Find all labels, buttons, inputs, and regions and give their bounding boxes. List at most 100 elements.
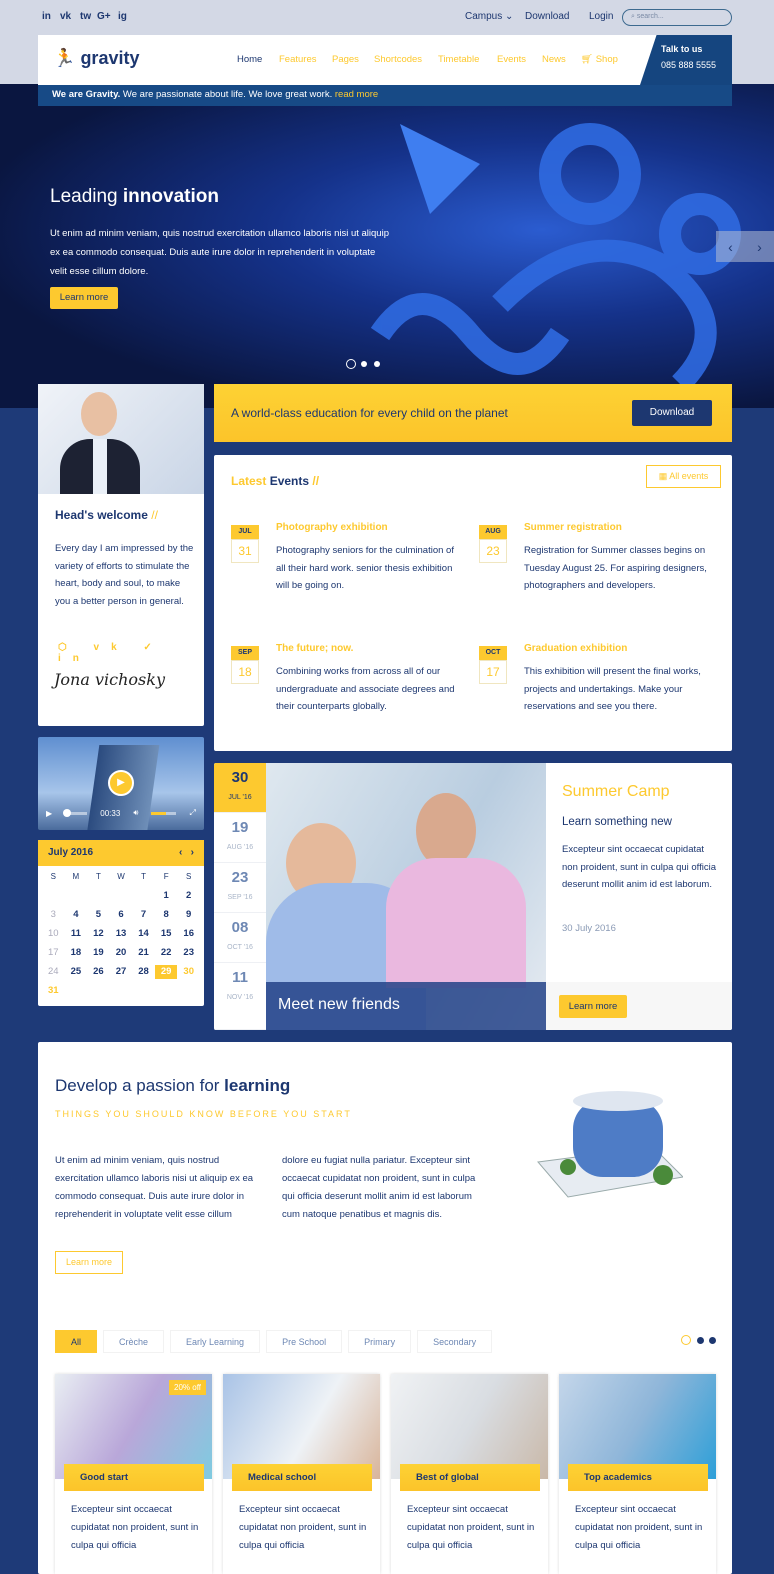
filter-tab[interactable]: Crèche	[103, 1330, 165, 1353]
fullscreen-icon[interactable]: ⤢	[190, 808, 196, 818]
calendar-day[interactable]: 1	[155, 889, 178, 903]
event-title[interactable]: The future; now.	[276, 643, 353, 654]
calendar-day[interactable]: 16	[177, 927, 200, 941]
calendar-day[interactable]: 24	[42, 965, 65, 979]
calendar-day[interactable]: 7	[132, 908, 155, 922]
google-plus-icon[interactable]: G+	[97, 11, 111, 22]
nav-shortcodes[interactable]: Shortcodes	[374, 54, 422, 65]
progress-slider[interactable]	[63, 808, 88, 817]
calendar-day[interactable]: 2	[177, 889, 200, 903]
all-events-button[interactable]: ▦ All events	[646, 465, 721, 488]
slider-dot[interactable]	[361, 361, 367, 367]
calendar-empty	[132, 889, 155, 903]
nav-home[interactable]: Home	[237, 54, 262, 65]
nav-timetable[interactable]: Timetable	[438, 54, 479, 65]
volume-slider[interactable]	[151, 811, 177, 815]
date-tab[interactable]: 19 AUG '16	[214, 813, 266, 863]
search-input[interactable]: ⌕ search...	[622, 9, 732, 26]
play-icon[interactable]: ▶	[108, 770, 134, 796]
volume-icon[interactable]: 🔊︎	[133, 808, 138, 818]
hero-learn-more-button[interactable]: Learn more	[50, 287, 118, 309]
calendar-day[interactable]: 15	[155, 927, 178, 941]
next-arrow-icon[interactable]: ›	[757, 239, 762, 255]
download-button[interactable]: Download	[632, 400, 712, 426]
date-tab[interactable]: 23 SEP '16	[214, 863, 266, 913]
calendar-day[interactable]: 3	[42, 908, 65, 922]
banner-text: A world-class education for every child …	[231, 406, 508, 420]
nav-news[interactable]: News	[542, 54, 566, 65]
date-tab[interactable]: 30 JUL '16	[214, 763, 266, 813]
event-title[interactable]: Photography exhibition	[276, 522, 388, 533]
prev-arrow-icon[interactable]: ‹	[728, 239, 733, 255]
head-social-icons[interactable]: ⬡ vk ✓ in	[58, 642, 204, 664]
linkedin-icon[interactable]: in	[42, 11, 51, 22]
calendar-day[interactable]: 19	[87, 946, 110, 960]
slider-dot[interactable]	[374, 361, 380, 367]
filter-tab[interactable]: Secondary	[417, 1330, 493, 1353]
login-link[interactable]: Login	[589, 11, 613, 22]
calendar-day[interactable]: 22	[155, 946, 178, 960]
calendar-day[interactable]: 28	[132, 965, 155, 979]
calendar-day-selected[interactable]: 29	[154, 965, 178, 979]
filter-tab[interactable]: All	[55, 1330, 98, 1353]
program-label[interactable]: Top academics	[568, 1464, 708, 1491]
carousel-dot[interactable]	[709, 1337, 716, 1344]
carousel-dot[interactable]	[697, 1337, 704, 1344]
calendar-day[interactable]: 6	[110, 908, 133, 922]
calendar-day[interactable]: 27	[110, 965, 133, 979]
program-label[interactable]: Best of global	[400, 1464, 540, 1491]
program-label[interactable]: Good start	[64, 1464, 204, 1491]
program-text: Excepteur sint occaecat cupidatat non pr…	[71, 1504, 199, 1551]
twitter-icon[interactable]: tw	[80, 11, 91, 22]
calendar-day[interactable]: 8	[155, 908, 178, 922]
carousel-dot-active[interactable]	[681, 1335, 691, 1345]
logo[interactable]: 🏃 gravity	[53, 48, 139, 69]
calendar-day[interactable]: 25	[65, 965, 88, 979]
calendar-day[interactable]: 10	[42, 927, 65, 941]
camp-learn-more-button[interactable]: Learn more	[559, 995, 627, 1018]
prev-month-icon[interactable]: ‹	[179, 847, 182, 858]
calendar-day[interactable]: 20	[110, 946, 133, 960]
date-tab[interactable]: 08 OCT '16	[214, 913, 266, 963]
nav-features[interactable]: Features	[279, 54, 317, 65]
calendar-day[interactable]: 31	[42, 984, 65, 998]
calendar-day[interactable]: 30	[177, 965, 200, 979]
program-card[interactable]: 20% off Good start Excepteur sint occaecat…	[55, 1374, 212, 1574]
learning-learn-more-button[interactable]: Learn more	[55, 1251, 123, 1274]
calendar-day[interactable]: 26	[87, 965, 110, 979]
event-title[interactable]: Summer registration	[524, 522, 622, 533]
program-card[interactable]: Top academics Excepteur sint occaecat cup…	[559, 1374, 716, 1574]
calendar-day[interactable]: 5	[87, 908, 110, 922]
nav-shop[interactable]: 🛒︎ Shop	[581, 54, 618, 65]
next-month-icon[interactable]: ›	[191, 847, 194, 858]
calendar-day[interactable]: 21	[132, 946, 155, 960]
calendar-day[interactable]: 17	[42, 946, 65, 960]
calendar-day[interactable]: 13	[110, 927, 133, 941]
read-more-link[interactable]: read more	[335, 89, 378, 100]
filter-tab[interactable]: Pre School	[266, 1330, 343, 1353]
date-tab[interactable]: 11 NOV '16	[214, 963, 266, 1030]
event-title[interactable]: Graduation exhibition	[524, 643, 627, 654]
calendar-day[interactable]: 11	[65, 927, 88, 941]
calendar-day[interactable]: 12	[87, 927, 110, 941]
program-card[interactable]: Best of global Excepteur sint occaecat cu…	[391, 1374, 548, 1574]
slider-dot-active[interactable]	[346, 359, 356, 369]
campus-dropdown[interactable]: Campus ⌄	[465, 11, 513, 22]
video-player[interactable]: ▶ ▶ 00:33 🔊︎ ⤢	[38, 737, 204, 830]
program-card[interactable]: Medical school Excepteur sint occaecat cu…	[223, 1374, 380, 1574]
vk-icon[interactable]: vk	[60, 11, 71, 22]
filter-tab[interactable]: Early Learning	[170, 1330, 261, 1353]
calendar-day[interactable]: 18	[65, 946, 88, 960]
nav-events[interactable]: Events	[497, 54, 526, 65]
phone-number: 085 888 5555	[661, 60, 717, 70]
instagram-icon[interactable]: ig	[118, 11, 127, 22]
calendar-day[interactable]: 14	[132, 927, 155, 941]
download-link[interactable]: Download	[525, 11, 569, 22]
calendar-day[interactable]: 9	[177, 908, 200, 922]
filter-tab[interactable]: Primary	[348, 1330, 412, 1353]
calendar-day[interactable]: 23	[177, 946, 200, 960]
nav-pages[interactable]: Pages	[332, 54, 359, 65]
program-label[interactable]: Medical school	[232, 1464, 372, 1491]
play-button-icon[interactable]: ▶	[46, 809, 52, 818]
calendar-day[interactable]: 4	[65, 908, 88, 922]
